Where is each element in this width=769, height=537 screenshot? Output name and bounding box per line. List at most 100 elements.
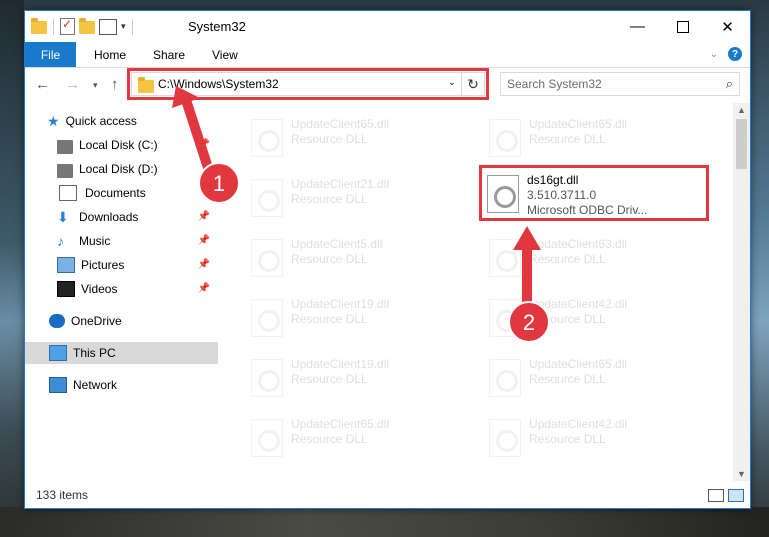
- sidebar-item-label: Local Disk (C:): [79, 138, 158, 152]
- file-description: Resource DLL: [291, 312, 368, 326]
- divider: [53, 18, 54, 35]
- help-icon[interactable]: ?: [728, 47, 742, 61]
- dll-file-icon: [489, 239, 521, 277]
- forward-button[interactable]: →: [65, 76, 80, 93]
- file-name: UpdateClient65.dll: [291, 117, 390, 131]
- sidebar-item-label: Quick access: [65, 114, 137, 128]
- star-icon: ★: [47, 112, 60, 129]
- sidebar-item-onedrive[interactable]: OneDrive: [25, 310, 218, 332]
- address-dropdown-icon[interactable]: ⌄: [448, 77, 456, 88]
- dll-file-icon: [489, 299, 521, 337]
- file-name: UpdateClient65.dll: [529, 117, 628, 131]
- file-item[interactable]: UpdateClient65.dll Resource DLL: [245, 111, 471, 163]
- file-name: UpdateClient19.dll: [291, 357, 390, 371]
- file-item[interactable]: UpdateClient5.dll Resource DLL: [245, 231, 471, 283]
- sidebar-item-documents[interactable]: Documents: [25, 182, 218, 204]
- file-description: Resource DLL: [291, 132, 368, 146]
- network-icon: [49, 377, 67, 393]
- file-description: Microsoft ODBC Driv...: [527, 203, 648, 217]
- new-folder-icon[interactable]: [79, 18, 95, 34]
- file-version: 3.510.3711.0: [527, 188, 597, 202]
- dll-file-icon: [251, 179, 283, 217]
- pin-icon: 📌: [197, 235, 210, 246]
- sidebar-item-local-disk-c[interactable]: Local Disk (C:) 📌: [25, 134, 218, 156]
- file-description: Resource DLL: [291, 432, 368, 446]
- sidebar-item-this-pc[interactable]: This PC: [25, 342, 218, 364]
- sidebar-item-network[interactable]: Network: [25, 374, 218, 396]
- file-description: Resource DLL: [529, 432, 606, 446]
- file-item[interactable]: UpdateClient65.dll Resource DLL: [245, 411, 471, 463]
- file-name: UpdateClient5.dll: [291, 237, 383, 251]
- folder-icon: [138, 77, 154, 93]
- minimize-button[interactable]: —: [615, 11, 660, 42]
- file-description: Resource DLL: [529, 372, 606, 386]
- desktop-background-left: [0, 0, 24, 537]
- file-item[interactable]: UpdateClient21.dll Resource DLL: [245, 171, 471, 223]
- sidebar-item-label: Downloads: [79, 210, 139, 224]
- pictures-icon: [57, 257, 75, 273]
- details-view-icon[interactable]: [708, 489, 724, 502]
- close-button[interactable]: ✕: [705, 11, 750, 42]
- address-bar[interactable]: C:\Windows\System32 ⌄ ↻: [127, 68, 489, 100]
- vertical-scrollbar[interactable]: ▲ ▼: [733, 103, 750, 481]
- file-item-ds16gt[interactable]: ds16gt.dll 3.510.3711.0 Microsoft ODBC D…: [479, 165, 709, 221]
- sidebar-item-label: Videos: [81, 282, 118, 296]
- tab-home[interactable]: Home: [94, 48, 126, 62]
- file-name: UpdateClient63.dll: [529, 237, 628, 251]
- file-item[interactable]: UpdateClient63.dll Resource DLL: [483, 231, 709, 283]
- file-item[interactable]: UpdateClient19.dll Resource DLL: [245, 351, 471, 403]
- scroll-down-icon[interactable]: ▼: [737, 469, 746, 479]
- sidebar-item-music[interactable]: ♪ Music 📌: [25, 230, 218, 252]
- file-name: UpdateClient21.dll: [291, 177, 390, 191]
- address-text[interactable]: C:\Windows\System32: [158, 77, 279, 91]
- properties-check-icon[interactable]: [60, 17, 75, 35]
- file-description: Resource DLL: [529, 252, 606, 266]
- folder-icon[interactable]: [31, 18, 47, 34]
- maximize-button[interactable]: [660, 11, 705, 42]
- dll-file-icon: [251, 359, 283, 397]
- file-item[interactable]: UpdateClient42.dll Resource DLL: [483, 291, 709, 343]
- expand-ribbon-icon[interactable]: ⌄: [710, 49, 718, 60]
- properties-icon[interactable]: [99, 18, 117, 35]
- scrollbar-thumb[interactable]: [736, 119, 747, 169]
- file-item[interactable]: UpdateClient65.dll Resource DLL: [483, 351, 709, 403]
- file-name: UpdateClient42.dll: [529, 417, 628, 431]
- recent-locations-icon[interactable]: ▾: [93, 80, 98, 91]
- file-name: UpdateClient65.dll: [291, 417, 390, 431]
- drive-icon: [57, 139, 73, 154]
- file-item[interactable]: UpdateClient65.dll Resource DLL: [483, 111, 709, 163]
- file-item[interactable]: UpdateClient19.dll Resource DLL: [245, 291, 471, 343]
- sidebar-item-pictures[interactable]: Pictures 📌: [25, 254, 218, 276]
- customize-toolbar-icon[interactable]: ▾: [121, 21, 126, 32]
- sidebar-item-videos[interactable]: Videos 📌: [25, 278, 218, 300]
- title-bar: ▾ System32 — ✕: [25, 11, 750, 42]
- quick-access-toolbar: ▾: [31, 17, 135, 35]
- music-icon: ♪: [57, 233, 64, 249]
- large-icons-view-icon[interactable]: [728, 489, 744, 502]
- sidebar-item-local-disk-d[interactable]: Local Disk (D:): [25, 158, 218, 180]
- back-button[interactable]: ←: [35, 76, 50, 93]
- tab-share[interactable]: Share: [153, 48, 185, 62]
- file-description: Resource DLL: [291, 192, 368, 206]
- refresh-button[interactable]: ↻: [461, 73, 484, 95]
- search-icon[interactable]: ⌕: [726, 76, 733, 92]
- search-input[interactable]: Search System32 ⌕: [500, 72, 740, 96]
- tab-file[interactable]: File: [25, 42, 76, 67]
- up-button[interactable]: ↑: [111, 76, 119, 93]
- sidebar-item-quick-access[interactable]: ★ Quick access: [25, 110, 218, 132]
- pc-icon: [49, 345, 67, 361]
- file-description: Resource DLL: [529, 312, 606, 326]
- drive-icon: [57, 163, 73, 178]
- sidebar-item-downloads[interactable]: ⬇ Downloads 📌: [25, 206, 218, 228]
- file-item[interactable]: UpdateClient42.dll Resource DLL: [483, 411, 709, 463]
- dll-file-icon: [251, 419, 283, 457]
- file-explorer-window: ▾ System32 — ✕ File Home Share View ⌄ ? …: [24, 10, 751, 509]
- file-name: UpdateClient65.dll: [529, 357, 628, 371]
- divider: [131, 18, 133, 35]
- pin-icon: 📌: [197, 259, 210, 270]
- sidebar-item-label: Music: [79, 234, 111, 248]
- scroll-up-icon[interactable]: ▲: [737, 105, 746, 115]
- tab-view[interactable]: View: [212, 48, 238, 62]
- dll-file-icon: [489, 359, 521, 397]
- status-bar: 133 items: [25, 481, 750, 508]
